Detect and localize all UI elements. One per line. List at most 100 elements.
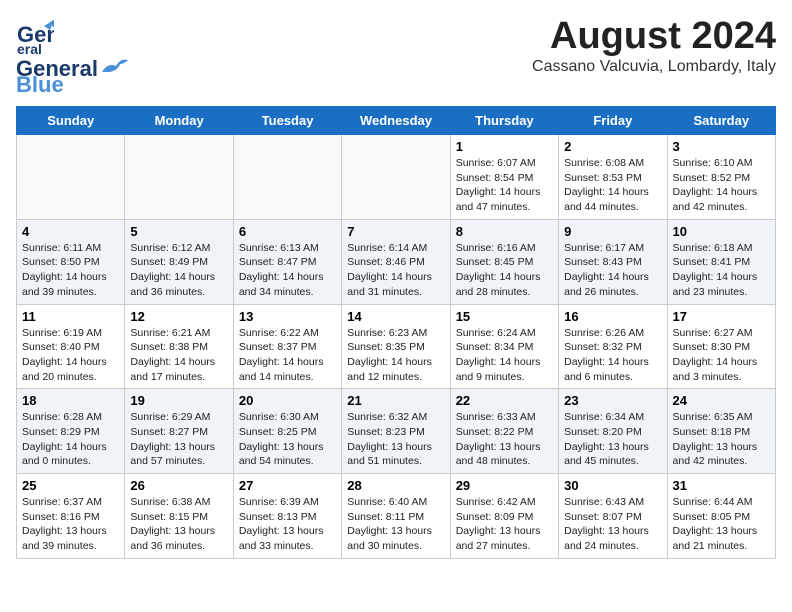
day-info: Sunrise: 6:24 AMSunset: 8:34 PMDaylight:… <box>456 326 553 385</box>
calendar-cell: 12 Sunrise: 6:21 AMSunset: 8:38 PMDayligh… <box>125 304 233 389</box>
calendar-cell: 16Sunrise: 6:26 AMSunset: 8:32 PMDayligh… <box>559 304 667 389</box>
calendar-thead: SundayMondayTuesdayWednesdayThursdayFrid… <box>17 107 776 135</box>
calendar-cell: 4 Sunrise: 6:11 AMSunset: 8:50 PMDaylight… <box>17 219 125 304</box>
calendar-cell: 30Sunrise: 6:43 AMSunset: 8:07 PMDayligh… <box>559 474 667 559</box>
calendar-cell: 3 Sunrise: 6:10 AMSunset: 8:52 PMDaylight… <box>667 135 775 220</box>
day-number: 31 <box>673 478 770 493</box>
calendar-cell: 20 Sunrise: 6:30 AMSunset: 8:25 PMDayligh… <box>233 389 341 474</box>
calendar-cell: 2 Sunrise: 6:08 AMSunset: 8:53 PMDaylight… <box>559 135 667 220</box>
calendar-cell: 9Sunrise: 6:17 AMSunset: 8:43 PMDaylight… <box>559 219 667 304</box>
day-number: 7 <box>347 224 444 239</box>
day-info: Sunrise: 6:23 AMSunset: 8:35 PMDaylight:… <box>347 326 444 385</box>
weekday-header-saturday: Saturday <box>667 107 775 135</box>
calendar-cell: 5 Sunrise: 6:12 AMSunset: 8:49 PMDaylight… <box>125 219 233 304</box>
day-info: Sunrise: 6:27 AMSunset: 8:30 PMDaylight:… <box>673 326 770 385</box>
calendar-cell: 10Sunrise: 6:18 AMSunset: 8:41 PMDayligh… <box>667 219 775 304</box>
day-number: 22 <box>456 393 553 408</box>
weekday-header-monday: Monday <box>125 107 233 135</box>
day-number: 11 <box>22 309 119 324</box>
week-row-2: 4 Sunrise: 6:11 AMSunset: 8:50 PMDaylight… <box>17 219 776 304</box>
calendar-cell: 8 Sunrise: 6:16 AMSunset: 8:45 PMDaylight… <box>450 219 558 304</box>
day-info: Sunrise: 6:18 AMSunset: 8:41 PMDaylight:… <box>673 241 770 300</box>
day-info: Sunrise: 6:39 AMSunset: 8:13 PMDaylight:… <box>239 495 336 554</box>
day-info: Sunrise: 6:16 AMSunset: 8:45 PMDaylight:… <box>456 241 553 300</box>
day-number: 2 <box>564 139 661 154</box>
day-number: 13 <box>239 309 336 324</box>
logo-icon: Gen eral <box>16 16 54 54</box>
weekday-header-thursday: Thursday <box>450 107 558 135</box>
day-info: Sunrise: 6:29 AMSunset: 8:27 PMDaylight:… <box>130 410 227 469</box>
calendar-cell: 14 Sunrise: 6:23 AMSunset: 8:35 PMDayligh… <box>342 304 450 389</box>
calendar-subtitle: Cassano Valcuvia, Lombardy, Italy <box>532 58 776 76</box>
calendar-cell: 7Sunrise: 6:14 AMSunset: 8:46 PMDaylight… <box>342 219 450 304</box>
day-info: Sunrise: 6:28 AMSunset: 8:29 PMDaylight:… <box>22 410 119 469</box>
day-info: Sunrise: 6:33 AMSunset: 8:22 PMDaylight:… <box>456 410 553 469</box>
calendar-cell: 25 Sunrise: 6:37 AMSunset: 8:16 PMDayligh… <box>17 474 125 559</box>
day-number: 28 <box>347 478 444 493</box>
day-number: 8 <box>456 224 553 239</box>
day-number: 20 <box>239 393 336 408</box>
day-info: Sunrise: 6:11 AMSunset: 8:50 PMDaylight:… <box>22 241 119 300</box>
calendar-cell: 17 Sunrise: 6:27 AMSunset: 8:30 PMDayligh… <box>667 304 775 389</box>
day-number: 26 <box>130 478 227 493</box>
day-info: Sunrise: 6:38 AMSunset: 8:15 PMDaylight:… <box>130 495 227 554</box>
week-row-5: 25 Sunrise: 6:37 AMSunset: 8:16 PMDayligh… <box>17 474 776 559</box>
day-info: Sunrise: 6:08 AMSunset: 8:53 PMDaylight:… <box>564 156 661 215</box>
calendar-tbody: 1 Sunrise: 6:07 AMSunset: 8:54 PMDaylight… <box>17 135 776 559</box>
calendar-cell: 13Sunrise: 6:22 AMSunset: 8:37 PMDayligh… <box>233 304 341 389</box>
logo-bird-icon <box>100 54 130 76</box>
calendar-cell: 27Sunrise: 6:39 AMSunset: 8:13 PMDayligh… <box>233 474 341 559</box>
day-number: 4 <box>22 224 119 239</box>
day-number: 19 <box>130 393 227 408</box>
day-info: Sunrise: 6:30 AMSunset: 8:25 PMDaylight:… <box>239 410 336 469</box>
day-info: Sunrise: 6:37 AMSunset: 8:16 PMDaylight:… <box>22 495 119 554</box>
day-number: 17 <box>673 309 770 324</box>
week-row-3: 11 Sunrise: 6:19 AMSunset: 8:40 PMDayligh… <box>17 304 776 389</box>
calendar-cell: 23 Sunrise: 6:34 AMSunset: 8:20 PMDayligh… <box>559 389 667 474</box>
calendar-cell: 22 Sunrise: 6:33 AMSunset: 8:22 PMDayligh… <box>450 389 558 474</box>
day-info: Sunrise: 6:07 AMSunset: 8:54 PMDaylight:… <box>456 156 553 215</box>
day-info: Sunrise: 6:32 AMSunset: 8:23 PMDaylight:… <box>347 410 444 469</box>
week-row-4: 18Sunrise: 6:28 AMSunset: 8:29 PMDayligh… <box>17 389 776 474</box>
logo: Gen eral General Blue <box>16 16 130 98</box>
day-info: Sunrise: 6:21 AMSunset: 8:38 PMDaylight:… <box>130 326 227 385</box>
day-number: 29 <box>456 478 553 493</box>
day-info: Sunrise: 6:12 AMSunset: 8:49 PMDaylight:… <box>130 241 227 300</box>
calendar-cell: 18Sunrise: 6:28 AMSunset: 8:29 PMDayligh… <box>17 389 125 474</box>
calendar-title: August 2024 <box>532 16 776 58</box>
day-number: 30 <box>564 478 661 493</box>
day-number: 1 <box>456 139 553 154</box>
calendar-cell: 29 Sunrise: 6:42 AMSunset: 8:09 PMDayligh… <box>450 474 558 559</box>
day-info: Sunrise: 6:42 AMSunset: 8:09 PMDaylight:… <box>456 495 553 554</box>
day-info: Sunrise: 6:19 AMSunset: 8:40 PMDaylight:… <box>22 326 119 385</box>
day-number: 5 <box>130 224 227 239</box>
title-block: August 2024 Cassano Valcuvia, Lombardy, … <box>532 16 776 76</box>
calendar-cell: 1 Sunrise: 6:07 AMSunset: 8:54 PMDaylight… <box>450 135 558 220</box>
day-info: Sunrise: 6:44 AMSunset: 8:05 PMDaylight:… <box>673 495 770 554</box>
calendar-cell: 19 Sunrise: 6:29 AMSunset: 8:27 PMDayligh… <box>125 389 233 474</box>
calendar-cell <box>125 135 233 220</box>
day-number: 23 <box>564 393 661 408</box>
day-number: 9 <box>564 224 661 239</box>
day-number: 16 <box>564 309 661 324</box>
week-row-1: 1 Sunrise: 6:07 AMSunset: 8:54 PMDaylight… <box>17 135 776 220</box>
day-number: 14 <box>347 309 444 324</box>
day-info: Sunrise: 6:34 AMSunset: 8:20 PMDaylight:… <box>564 410 661 469</box>
day-number: 15 <box>456 309 553 324</box>
calendar-cell: 28Sunrise: 6:40 AMSunset: 8:11 PMDayligh… <box>342 474 450 559</box>
calendar-cell: 31 Sunrise: 6:44 AMSunset: 8:05 PMDayligh… <box>667 474 775 559</box>
calendar-cell <box>342 135 450 220</box>
day-number: 21 <box>347 393 444 408</box>
calendar-cell: 24Sunrise: 6:35 AMSunset: 8:18 PMDayligh… <box>667 389 775 474</box>
day-number: 12 <box>130 309 227 324</box>
day-info: Sunrise: 6:10 AMSunset: 8:52 PMDaylight:… <box>673 156 770 215</box>
calendar-table: SundayMondayTuesdayWednesdayThursdayFrid… <box>16 106 776 559</box>
day-number: 6 <box>239 224 336 239</box>
day-number: 25 <box>22 478 119 493</box>
weekday-header-sunday: Sunday <box>17 107 125 135</box>
calendar-cell: 26 Sunrise: 6:38 AMSunset: 8:15 PMDayligh… <box>125 474 233 559</box>
day-info: Sunrise: 6:35 AMSunset: 8:18 PMDaylight:… <box>673 410 770 469</box>
day-number: 3 <box>673 139 770 154</box>
calendar-cell <box>233 135 341 220</box>
weekday-header-wednesday: Wednesday <box>342 107 450 135</box>
